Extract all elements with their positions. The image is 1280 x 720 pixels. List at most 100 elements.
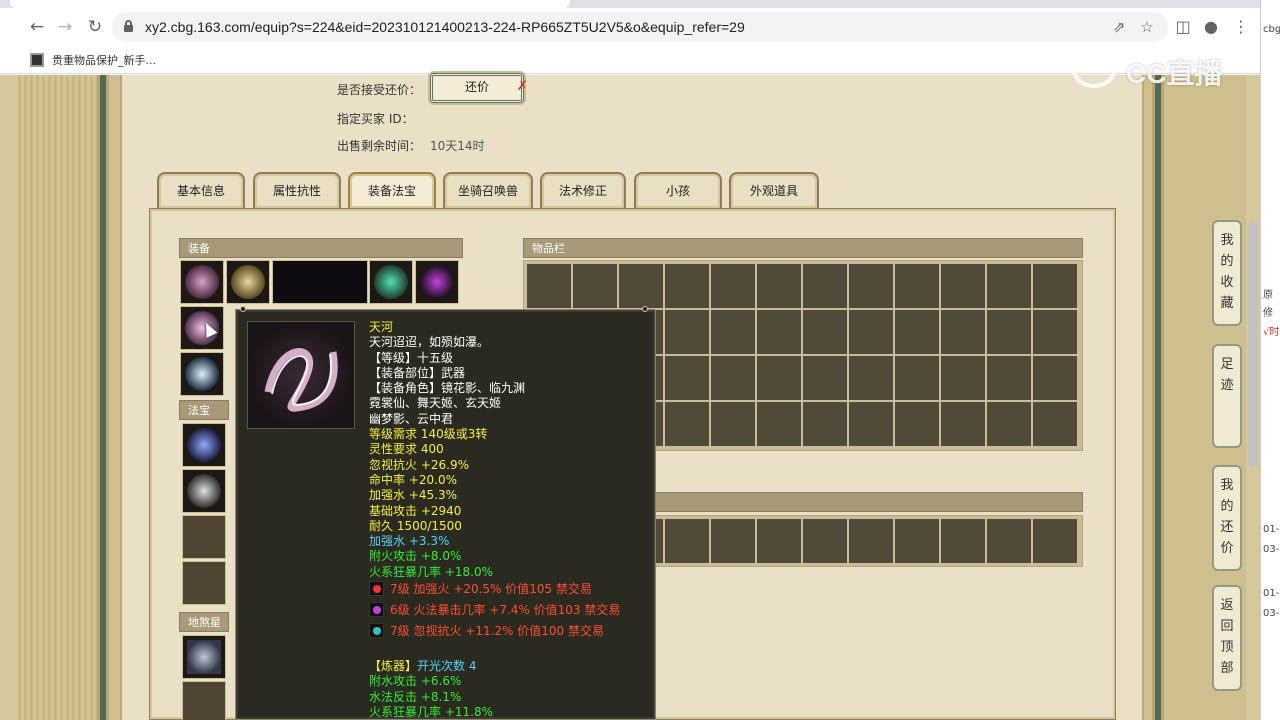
tab-mounts-pets[interactable]: 坐骑召唤兽	[443, 172, 533, 208]
bookmarks-bar: 贵重物品保护_新手...	[0, 46, 1260, 74]
inventory-cell[interactable]	[1033, 402, 1077, 446]
inventory-cell[interactable]	[895, 310, 939, 354]
inventory-cell[interactable]	[803, 402, 847, 446]
menu-icon[interactable]: ⋮	[1230, 16, 1252, 38]
fabao-slot[interactable]	[182, 423, 226, 467]
url-text[interactable]: xy2.cbg.163.com/equip?s=224&eid=20231012…	[145, 19, 745, 35]
bookmark-item[interactable]: 贵重物品保护_新手...	[52, 52, 156, 68]
disha-slot[interactable]	[182, 681, 226, 720]
inventory-cell[interactable]	[711, 519, 755, 563]
back-icon[interactable]: ←	[26, 16, 48, 38]
item-gem-line: 7级 忽视抗火 +11.2% 价值100 禁交易	[369, 622, 620, 643]
inventory-cell[interactable]	[895, 519, 939, 563]
equipment-section-header: 装备	[179, 238, 463, 258]
tab-children[interactable]: 小孩	[634, 172, 722, 208]
time-left-label: 出售剩余时间：	[337, 139, 422, 153]
inventory-cell[interactable]	[987, 264, 1031, 308]
inventory-cell[interactable]	[987, 310, 1031, 354]
tab-basic-info[interactable]: 基本信息	[157, 172, 245, 208]
fabao-slot[interactable]	[182, 469, 226, 513]
fabao-slot[interactable]	[182, 561, 226, 605]
inventory-cell[interactable]	[895, 264, 939, 308]
equip-slot-mask[interactable]	[369, 260, 413, 304]
inventory-cell[interactable]	[1033, 310, 1077, 354]
inventory-cell[interactable]	[665, 264, 709, 308]
tab-appearance[interactable]: 外观道具	[729, 172, 819, 208]
inventory-cell[interactable]	[757, 402, 801, 446]
inventory-cell[interactable]	[849, 356, 893, 400]
my-favorites-button[interactable]: 我的收藏	[1212, 220, 1242, 326]
inventory-section-header: 物品栏	[523, 238, 1083, 258]
tab-equipment[interactable]: 装备法宝	[348, 172, 436, 208]
inventory-cell[interactable]	[1033, 264, 1077, 308]
sidebar-icon[interactable]: ◫	[1172, 16, 1194, 38]
inventory-cell[interactable]	[711, 310, 755, 354]
equip-slot-center	[272, 260, 368, 304]
refine-header: 【炼器】开光次数 4	[369, 659, 477, 674]
lock-icon[interactable]	[124, 20, 133, 32]
inventory-cell[interactable]	[941, 402, 985, 446]
inventory-cell[interactable]	[803, 356, 847, 400]
inventory-cell[interactable]	[665, 402, 709, 446]
item-attribute-line: 附火攻击 +8.0%	[369, 549, 462, 564]
page-scrollbar[interactable]	[1248, 222, 1258, 468]
tab-strip	[0, 0, 1260, 8]
item-attribute-line: 灵性要求 400	[369, 442, 444, 457]
inventory-cell[interactable]	[665, 310, 709, 354]
inventory-cell[interactable]	[987, 519, 1031, 563]
inventory-cell[interactable]	[803, 310, 847, 354]
inventory-cell[interactable]	[941, 356, 985, 400]
inventory-cell[interactable]	[619, 264, 663, 308]
inventory-cell[interactable]	[757, 264, 801, 308]
profile-icon[interactable]: ●	[1200, 16, 1222, 38]
inventory-cell[interactable]	[711, 356, 755, 400]
inventory-cell[interactable]	[1033, 519, 1077, 563]
reload-icon[interactable]: ↻	[84, 16, 106, 38]
back-to-top-button[interactable]: 返回顶部	[1212, 585, 1242, 691]
inventory-cell[interactable]	[987, 356, 1031, 400]
inventory-cell[interactable]	[895, 356, 939, 400]
inventory-cell[interactable]	[849, 519, 893, 563]
tab-spell-modifiers[interactable]: 法术修正	[540, 172, 626, 208]
tab-attributes[interactable]: 属性抗性	[253, 172, 341, 208]
share-icon[interactable]: ⇗	[1110, 18, 1128, 36]
sw-text: cbg.	[1263, 24, 1280, 35]
inventory-cell[interactable]	[757, 356, 801, 400]
inventory-cell[interactable]	[665, 356, 709, 400]
inventory-cell[interactable]	[803, 519, 847, 563]
star-icon[interactable]: ☆	[1138, 18, 1156, 36]
refine-attribute-line: 水法反击 +8.1%	[369, 689, 462, 704]
forward-icon[interactable]: →	[54, 16, 76, 38]
equip-slot-boots[interactable]	[180, 352, 224, 396]
my-bargains-button[interactable]: 我的还价	[1212, 465, 1242, 571]
inventory-cell[interactable]	[941, 310, 985, 354]
inventory-cell[interactable]	[665, 519, 709, 563]
disha-slot[interactable]	[182, 635, 226, 679]
equip-slot-helmet[interactable]	[180, 260, 224, 304]
inventory-cell[interactable]	[987, 402, 1031, 446]
inventory-cell[interactable]	[711, 264, 755, 308]
inventory-cell[interactable]	[711, 402, 755, 446]
address-bar[interactable]: xy2.cbg.163.com/equip?s=224&eid=20231012…	[112, 12, 1168, 42]
bargain-button[interactable]: 还价	[430, 73, 524, 103]
browser-tab-active[interactable]	[10, 0, 570, 8]
inventory-cell[interactable]	[757, 519, 801, 563]
inventory-cell[interactable]	[941, 519, 985, 563]
fabao-section-header: 法宝	[179, 400, 229, 420]
inventory-cell[interactable]	[1033, 356, 1077, 400]
inventory-cell[interactable]	[895, 402, 939, 446]
fabao-slot[interactable]	[182, 515, 226, 559]
item-tooltip: 天河 天河迢迢，如殒如瀑。 【等级】十五级 【装备部位】武器 【装备角色】镜花影、临…	[235, 309, 656, 720]
inventory-cell[interactable]	[849, 310, 893, 354]
inventory-cell[interactable]	[573, 264, 617, 308]
footprint-button[interactable]: 足迹	[1212, 344, 1242, 448]
inventory-cell[interactable]	[849, 402, 893, 446]
inventory-cell[interactable]	[941, 264, 985, 308]
inventory-cell[interactable]	[757, 310, 801, 354]
equip-slot-accessory[interactable]	[415, 260, 459, 304]
inventory-cell[interactable]	[527, 264, 571, 308]
equip-slot-necklace[interactable]	[226, 260, 270, 304]
page-border-left	[97, 75, 109, 720]
inventory-cell[interactable]	[849, 264, 893, 308]
inventory-cell[interactable]	[803, 264, 847, 308]
